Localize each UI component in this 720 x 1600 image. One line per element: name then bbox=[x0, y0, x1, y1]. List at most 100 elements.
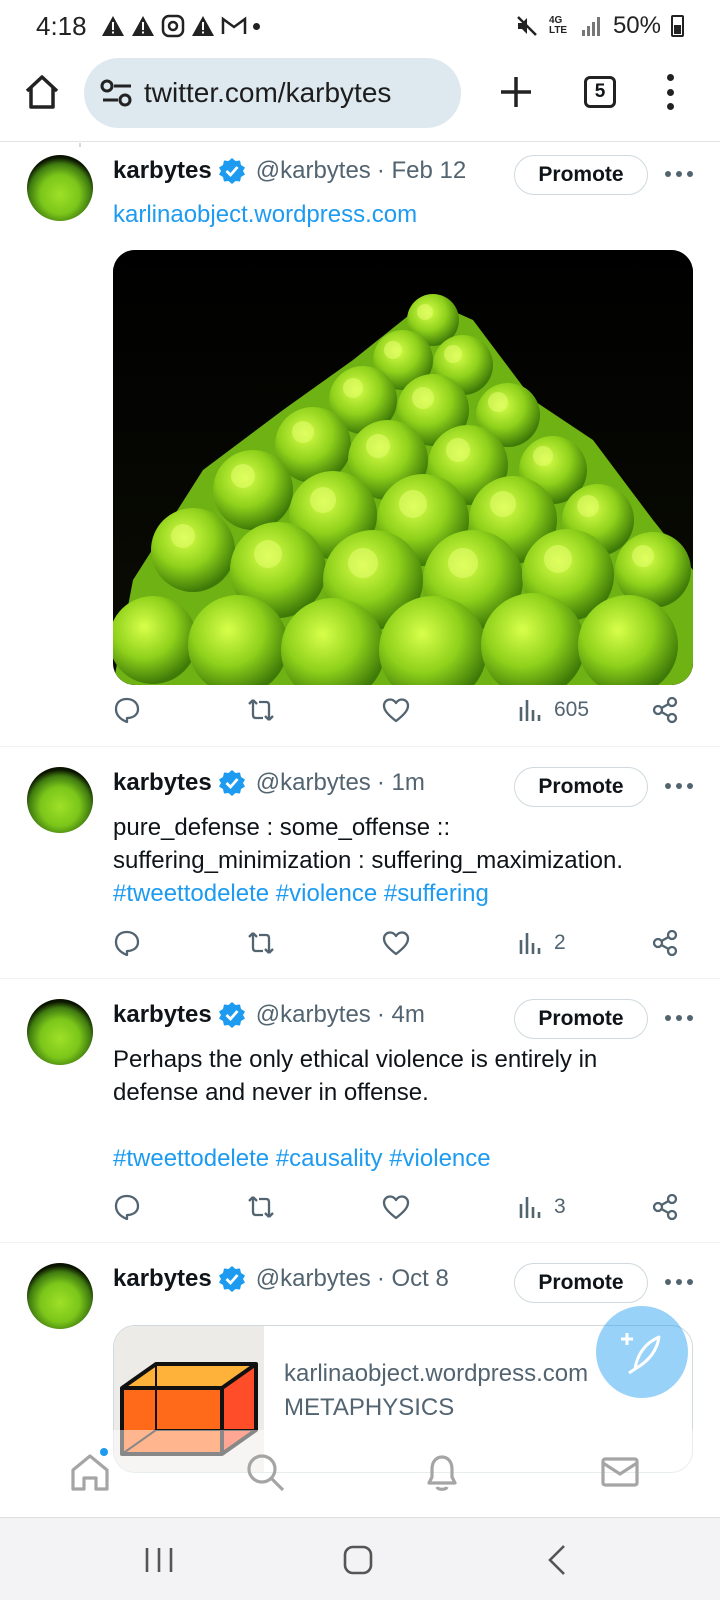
verified-badge-icon bbox=[218, 158, 245, 184]
tweet-header: karbytes @karbytes · Oct 8 bbox=[113, 1265, 449, 1293]
address-bar[interactable]: twitter.com/karbytes bbox=[84, 58, 461, 128]
retweet-icon bbox=[248, 699, 274, 721]
tweet[interactable]: karbytes @karbytes · 1m Promote pure_def… bbox=[0, 748, 720, 979]
warning-icon bbox=[101, 16, 124, 36]
reply-icon bbox=[114, 697, 140, 724]
hashtag-link[interactable]: #causality bbox=[276, 1145, 383, 1172]
mail-icon[interactable] bbox=[598, 1450, 642, 1494]
home-button-icon[interactable] bbox=[340, 1542, 376, 1578]
more-options-icon[interactable] bbox=[665, 783, 693, 791]
more-options-icon[interactable] bbox=[665, 171, 693, 179]
tweet-header: karbytes @karbytes · Feb 12 bbox=[113, 157, 466, 185]
battery-icon bbox=[671, 15, 684, 37]
views-button[interactable]: 3 bbox=[516, 1192, 566, 1222]
view-count: 2 bbox=[554, 931, 566, 954]
browser-menu-icon[interactable] bbox=[660, 74, 680, 110]
verified-badge-icon bbox=[218, 1266, 245, 1292]
home-icon[interactable] bbox=[22, 72, 62, 112]
hashtag-link[interactable]: #violence bbox=[276, 880, 377, 907]
promote-button[interactable]: Promote bbox=[514, 999, 648, 1039]
display-name[interactable]: karbytes bbox=[113, 769, 212, 797]
avatar[interactable] bbox=[27, 767, 93, 833]
hashtag-link[interactable]: #suffering bbox=[384, 880, 489, 907]
mute-icon bbox=[517, 16, 537, 36]
retweet-icon bbox=[248, 932, 274, 954]
hashtag-link[interactable]: #violence bbox=[389, 1145, 490, 1172]
like-button[interactable] bbox=[381, 695, 411, 725]
display-name[interactable]: karbytes bbox=[113, 157, 212, 185]
view-count: 605 bbox=[554, 698, 590, 721]
like-button[interactable] bbox=[381, 928, 411, 958]
timestamp[interactable]: · 4m bbox=[377, 1001, 425, 1029]
avatar[interactable] bbox=[27, 999, 93, 1065]
gmail-icon bbox=[221, 16, 246, 34]
status-right: 4G LTE 50% bbox=[515, 12, 684, 40]
warning-icon bbox=[131, 16, 154, 36]
verified-badge-icon bbox=[218, 770, 245, 796]
tweet-text: Perhaps the only ethical violence is ent… bbox=[113, 1043, 693, 1175]
avatar[interactable] bbox=[27, 155, 93, 221]
timestamp[interactable]: · 1m bbox=[377, 769, 425, 797]
share-button[interactable] bbox=[650, 928, 680, 958]
tweet[interactable]: karbytes @karbytes · Feb 12 Promote karl… bbox=[0, 143, 720, 747]
tweet-actions: 3 bbox=[0, 1192, 720, 1232]
retweet-button[interactable] bbox=[246, 695, 276, 725]
timestamp[interactable]: · Oct 8 bbox=[377, 1265, 449, 1293]
site-settings-icon[interactable] bbox=[100, 78, 134, 108]
timestamp[interactable]: · Feb 12 bbox=[377, 157, 466, 185]
app-bottom-nav bbox=[0, 1430, 720, 1514]
notification-dot bbox=[100, 1448, 108, 1456]
tweet[interactable]: karbytes @karbytes · 4m Promote Perhaps … bbox=[0, 980, 720, 1243]
share-button[interactable] bbox=[650, 1192, 680, 1222]
more-options-icon[interactable] bbox=[665, 1015, 693, 1023]
home-icon[interactable] bbox=[68, 1450, 112, 1494]
promote-button[interactable]: Promote bbox=[514, 1263, 648, 1303]
back-icon[interactable] bbox=[540, 1542, 576, 1578]
share-icon bbox=[652, 929, 678, 957]
more-options-icon[interactable] bbox=[665, 1279, 693, 1287]
views-button[interactable]: 605 bbox=[516, 695, 589, 725]
tweet-text-line: pure_defense : some_offense :: bbox=[113, 814, 451, 841]
tweet-image[interactable] bbox=[113, 250, 693, 685]
retweet-button[interactable] bbox=[246, 1192, 276, 1222]
promote-button[interactable]: Promote bbox=[514, 155, 648, 195]
bell-icon[interactable] bbox=[420, 1450, 464, 1494]
handle[interactable]: @karbytes bbox=[256, 1001, 371, 1029]
hashtag-link[interactable]: #tweettodelete bbox=[113, 880, 269, 907]
like-button[interactable] bbox=[381, 1192, 411, 1222]
handle[interactable]: @karbytes bbox=[256, 769, 371, 797]
tab-switcher-button[interactable]: 5 bbox=[584, 76, 616, 108]
url-text: twitter.com/karbytes bbox=[144, 77, 392, 108]
network-type: 4G LTE bbox=[548, 15, 568, 36]
views-bar-chart-icon bbox=[519, 700, 541, 721]
compose-tweet-button[interactable] bbox=[596, 1306, 688, 1398]
recent-apps-icon[interactable] bbox=[141, 1542, 177, 1578]
tweet-header: karbytes @karbytes · 1m bbox=[113, 769, 425, 797]
plus-icon[interactable] bbox=[498, 74, 534, 110]
reply-icon bbox=[114, 1194, 140, 1221]
hashtag-link[interactable]: #tweettodelete bbox=[113, 1145, 269, 1172]
reply-button[interactable] bbox=[112, 1192, 142, 1222]
tweet-text-line: defense and never in offense. bbox=[113, 1079, 429, 1106]
handle[interactable]: @karbytes bbox=[256, 157, 371, 185]
reply-button[interactable] bbox=[112, 928, 142, 958]
avatar[interactable] bbox=[27, 1263, 93, 1329]
retweet-button[interactable] bbox=[246, 928, 276, 958]
share-button[interactable] bbox=[650, 695, 680, 725]
views-button[interactable]: 2 bbox=[516, 928, 566, 958]
tweet-text-line: suffering_minimization : suffering_maxim… bbox=[113, 847, 624, 874]
feather-plus-icon bbox=[621, 1333, 661, 1375]
divider bbox=[0, 1242, 720, 1243]
heart-icon bbox=[382, 698, 410, 723]
display-name[interactable]: karbytes bbox=[113, 1265, 212, 1293]
tweet-actions: 605 bbox=[0, 695, 720, 735]
handle[interactable]: @karbytes bbox=[256, 1265, 371, 1293]
display-name[interactable]: karbytes bbox=[113, 1001, 212, 1029]
reply-button[interactable] bbox=[112, 695, 142, 725]
hashtags: #tweettodelete #violence #suffering bbox=[113, 877, 693, 910]
views-bar-chart-icon bbox=[519, 1197, 541, 1218]
search-icon[interactable] bbox=[243, 1450, 287, 1494]
system-navigation-bar bbox=[0, 1517, 720, 1600]
promote-button[interactable]: Promote bbox=[514, 767, 648, 807]
tweet-link[interactable]: karlinaobject.wordpress.com bbox=[113, 201, 417, 229]
